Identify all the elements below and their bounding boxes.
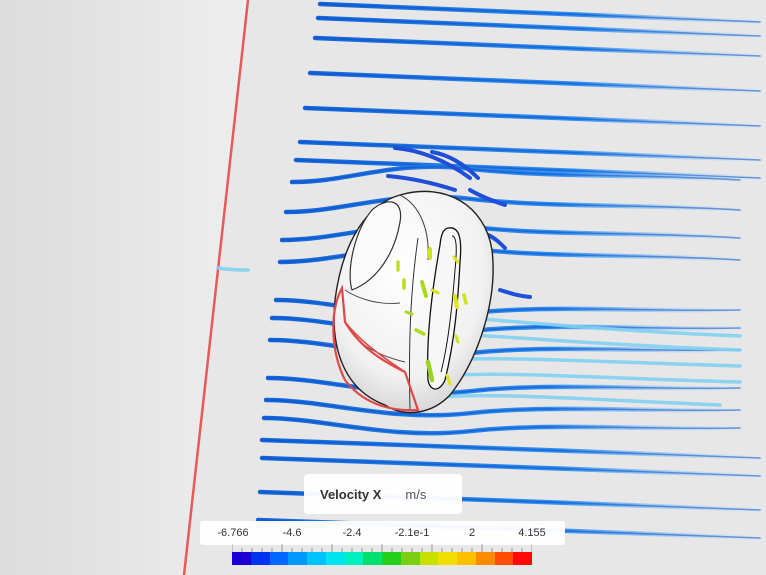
colorbar-ticks <box>232 544 532 552</box>
colorbar-swatch <box>513 552 532 565</box>
legend-tick-label: -2.4 <box>342 527 362 539</box>
colorbar-swatch <box>325 552 345 565</box>
colorbar[interactable] <box>232 544 532 566</box>
colorbar-gradient <box>232 552 532 565</box>
colorbar-swatch <box>475 552 495 565</box>
colorbar-swatch <box>400 552 420 565</box>
colorbar-swatch <box>232 552 251 565</box>
legend-unit: m/s <box>405 486 427 502</box>
colorbar-swatch <box>307 552 326 565</box>
colorbar-swatch <box>438 552 457 565</box>
colorbar-swatch <box>382 552 401 565</box>
colorbar-swatch <box>288 552 307 565</box>
colorbar-swatch <box>419 552 439 565</box>
legend-tick-label: -2.1e-1 <box>394 527 430 539</box>
colorbar-swatch <box>457 552 476 565</box>
colorbar-swatch <box>494 552 514 565</box>
streamline <box>216 266 250 272</box>
legend-tick-label: 2 <box>468 527 476 539</box>
colorbar-swatch <box>363 552 382 565</box>
legend-title-panel[interactable]: Velocity X m/s <box>304 474 462 514</box>
legend-field-name: Velocity X <box>320 486 382 502</box>
legend-tick-label: -4.6 <box>282 527 302 539</box>
legend-tick-label: 4.155 <box>518 527 546 539</box>
colorbar-swatch <box>269 552 289 565</box>
colorbar-swatch <box>250 552 270 565</box>
colorbar-swatch <box>344 552 364 565</box>
legend-scale-panel[interactable]: -6.766 -4.6 -2.4 -2.1e-1 2 4.155 <box>200 521 565 545</box>
legend-tick-label: -6.766 <box>217 527 249 539</box>
